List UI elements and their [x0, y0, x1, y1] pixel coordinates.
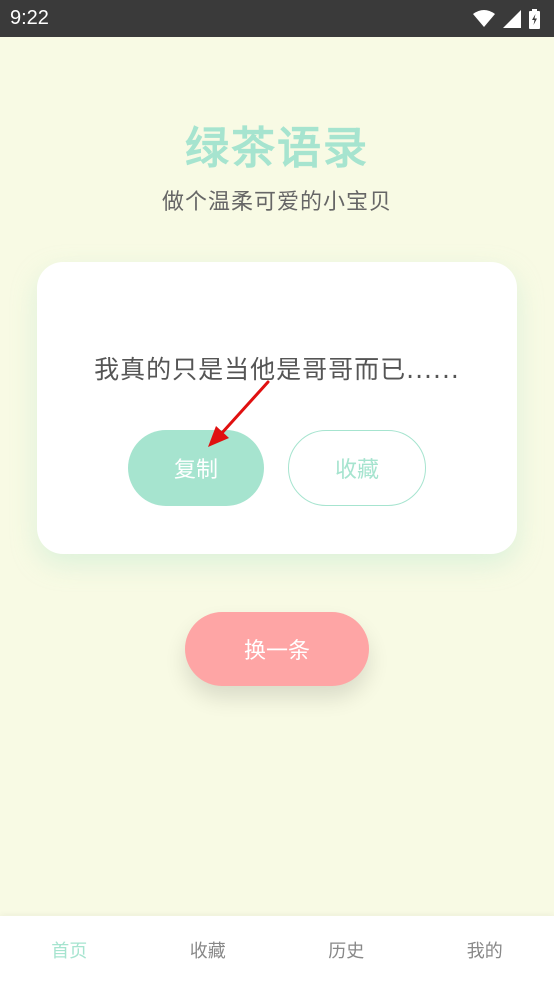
quote-text: 我真的只是当他是哥哥而已...... — [94, 355, 460, 384]
next-quote-button[interactable]: 换一条 — [185, 612, 369, 686]
app-title: 绿茶语录 — [185, 123, 369, 174]
status-bar: 9:22 — [0, 0, 554, 37]
app-subtitle: 做个温柔可爱的小宝贝 — [161, 190, 392, 215]
nav-item-favorites[interactable]: 收藏 — [139, 937, 278, 963]
status-icons — [473, 8, 540, 29]
bottom-nav: 首页 收藏 历史 我的 — [0, 916, 554, 984]
copy-button[interactable]: 复制 — [128, 430, 264, 506]
status-time: 9:22 — [10, 7, 49, 29]
nav-item-mine[interactable]: 我的 — [416, 937, 554, 963]
nav-item-home[interactable]: 首页 — [0, 937, 139, 963]
favorite-button[interactable]: 收藏 — [288, 430, 426, 506]
nav-item-history[interactable]: 历史 — [277, 937, 416, 963]
battery-charging-icon — [529, 8, 540, 29]
quote-card: 我真的只是当他是哥哥而已...... 复制 收藏 — [37, 262, 517, 554]
signal-icon — [503, 9, 521, 28]
wifi-icon — [473, 9, 495, 27]
